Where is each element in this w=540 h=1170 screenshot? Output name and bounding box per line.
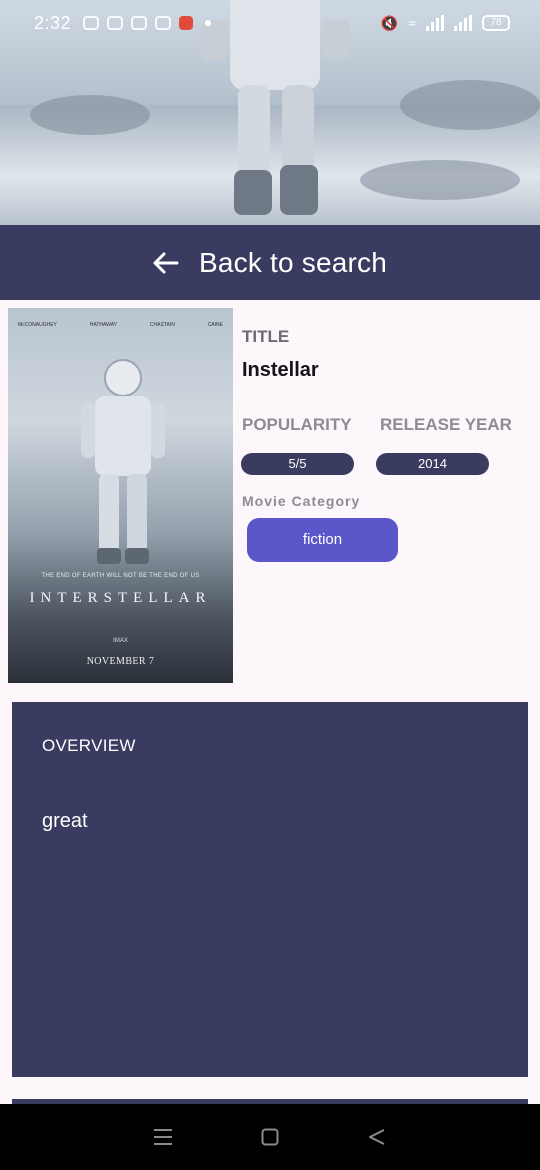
status-indicators: 🔇 ≈ 78 [381,15,510,32]
movie-poster-image: McCONAUGHEY HATHAWAY CHASTAIN CAINE THE … [8,308,233,683]
movie-category-label: Movie Category [242,493,361,509]
status-time: 2:32 [34,12,72,33]
release-year-label: RELEASE YEAR [380,415,512,434]
home-square-icon [261,1128,279,1146]
poster-title: INTERSTELLAR [29,590,212,606]
system-navigation-bar [0,1104,540,1170]
poster-credit: CAINE [207,322,223,328]
popularity-label: POPULARITY [242,415,352,434]
instagram-icon [131,16,148,30]
poster-imax: IMAX [113,638,128,644]
hero-rock [400,80,540,130]
overview-card: OVERVIEW great [12,702,528,1077]
home-button[interactable] [259,1126,281,1148]
more-notifications-dot-icon [205,20,212,26]
whatsapp-icon [83,16,100,30]
back-to-search-label: Back to search [199,246,387,278]
back-to-search-button[interactable]: Back to search [0,225,540,300]
release-year-badge: 2014 [376,453,489,475]
messenger-icon [107,16,124,30]
youtube-icon [155,16,172,30]
title-label: TITLE [242,327,290,346]
hero-rock [30,95,150,135]
signal-icon [454,15,472,31]
poster-credit: CHASTAIN [149,322,175,328]
poster-credits: McCONAUGHEY HATHAWAY CHASTAIN CAINE [18,322,223,328]
hero-rock [360,160,520,200]
arrow-left-icon [153,252,179,273]
category-chip-fiction[interactable]: fiction [247,518,398,562]
overview-heading: OVERVIEW [42,736,136,755]
menu-button[interactable] [152,1126,174,1148]
poster-credit: HATHAWAY [89,322,118,328]
popularity-badge: 5/5 [241,453,354,475]
poster-astronaut [81,359,165,564]
poster-date: NOVEMBER 7 [86,656,155,667]
signal-icon [426,15,444,31]
poster-tagline: THE END OF EARTH WILL NOT BE THE END OF … [41,573,200,579]
overview-text: great [42,810,88,832]
notification-icons [83,16,194,30]
battery-icon: 78 [482,15,510,31]
movie-title: Instellar [242,359,319,381]
poster-credit: McCONAUGHEY [18,322,57,328]
mute-icon: 🔇 [380,14,399,31]
status-bar: 2:32 🔇 ≈ 78 [0,0,540,46]
back-triangle-icon [368,1129,385,1145]
menu-icon [154,1129,173,1145]
back-button[interactable] [366,1126,388,1148]
wifi-icon: ≈ [408,15,416,31]
app-notification-icon [179,16,194,30]
